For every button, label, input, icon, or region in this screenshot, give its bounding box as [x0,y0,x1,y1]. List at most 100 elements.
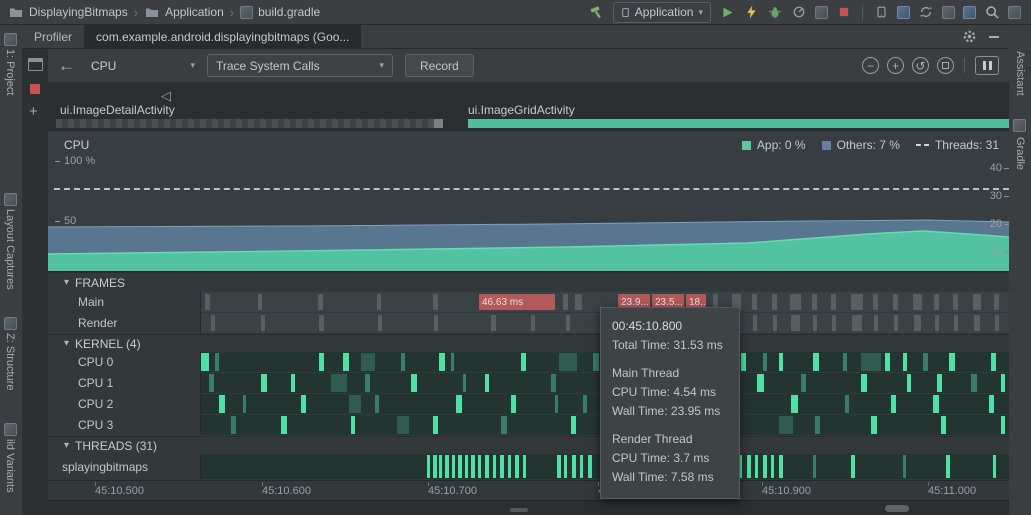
thread-activity-bar[interactable] [779,455,783,478]
activity-label-grid[interactable]: ui.ImageGridActivity [468,103,575,117]
frame-block[interactable] [433,294,438,310]
cpu-activity-bar[interactable] [511,395,516,413]
activity-bar-grid[interactable] [468,119,1009,128]
thread-activity-bar[interactable] [439,455,442,478]
thread-row[interactable]: splayingbitmaps [48,454,1009,480]
cpu-activity-bar[interactable] [933,395,939,413]
layout-captures-icon[interactable] [4,193,17,206]
sidebar-item-structure[interactable]: Z: Structure [4,333,16,390]
thread-activity-bar[interactable] [588,455,592,478]
pause-live-button[interactable] [975,56,999,75]
thread-activity-bar[interactable] [493,455,496,478]
cpu-activity-bar[interactable] [411,374,417,392]
sidebar-item-assistant[interactable]: Assistant [1014,51,1026,96]
cpu-activity-bar[interactable] [219,395,225,413]
frame-block[interactable] [377,294,381,310]
frame-block[interactable] [831,294,836,310]
cpu-activity-bar[interactable] [463,374,466,392]
frame-block[interactable] [874,315,878,331]
breadcrumb-project[interactable]: DisplayingBitmaps [29,5,128,19]
cpu-activity-bar[interactable] [871,416,877,434]
thread-activity-bar[interactable] [763,455,767,478]
sdk-manager-icon[interactable] [942,6,955,19]
breadcrumb-file[interactable]: build.gradle [258,5,320,19]
cpu-activity-bar[interactable] [763,353,767,371]
cpu-activity-bar[interactable] [231,416,236,434]
frame-block[interactable] [434,315,438,331]
resize-grip[interactable] [510,508,528,512]
cpu-activity-bar[interactable] [485,374,489,392]
frame-block[interactable] [832,315,836,331]
cpu-activity-bar[interactable] [903,353,907,371]
thread-activity-bar[interactable] [485,455,489,478]
cpu-activity-bar[interactable] [291,374,295,392]
cpu-activity-bar[interactable] [1001,416,1005,434]
cpu-activity-bar[interactable] [555,395,558,413]
activity-label-detail[interactable]: ui.ImageDetailActivity [60,103,175,117]
cpu-activity-bar[interactable] [319,353,324,371]
frame-block[interactable] [995,315,999,331]
frame-block[interactable] [752,294,757,310]
frame-block[interactable] [378,315,382,331]
cpu-activity-bar[interactable] [261,374,267,392]
gradle-icon[interactable] [1013,119,1026,132]
activity-bar-detail[interactable] [56,119,443,128]
cpu-activity-bar[interactable] [281,416,287,434]
gear-icon[interactable] [961,29,977,45]
cpu-activity-bar[interactable] [551,374,556,392]
threads-section-header[interactable]: ▾ THREADS (31) [48,436,1009,454]
kernel-section-header[interactable]: ▾ KERNEL (4) [48,334,1009,352]
thread-activity-bar[interactable] [903,455,906,478]
sidebar-item-build-variants[interactable]: ild Variants [4,439,16,493]
cpu-activity-bar[interactable] [349,395,361,413]
frame-block[interactable] [954,315,958,331]
avd-manager-icon[interactable] [873,4,889,20]
frames-main-row[interactable]: Main 46.63 ms23.9...23.5...18.... [48,292,1009,313]
thread-activity-bar[interactable] [993,455,996,478]
layout-inspector-icon[interactable] [897,6,910,19]
frame-block[interactable] [258,294,262,310]
cpu-activity-bar[interactable] [456,395,462,413]
frame-block[interactable] [531,315,535,331]
cpu-activity-bar[interactable] [451,353,454,371]
thread-activity-bar[interactable] [813,455,816,478]
sidebar-item-project[interactable]: 1: Project [4,49,16,95]
cpu-activity-bar[interactable] [301,395,306,413]
thread-activity-bar[interactable] [557,455,561,478]
frame-block[interactable] [791,315,800,331]
frame-block[interactable] [894,315,898,331]
zoom-in-button[interactable]: + [887,57,904,74]
sidebar-item-gradle[interactable]: Gradle [1014,137,1026,170]
cpu-activity-bar[interactable] [815,416,820,434]
profile-button[interactable] [791,4,807,20]
cpu-activity-bar[interactable] [971,374,977,392]
debug-button[interactable] [767,4,783,20]
cpu-activity-bar[interactable] [989,395,994,413]
cpu-activity-bar[interactable] [201,353,209,371]
horizontal-scrollbar[interactable] [885,505,909,512]
frame-block[interactable] [852,315,862,331]
cpu-activity-bar[interactable] [375,395,379,413]
thread-activity-bar[interactable] [523,455,526,478]
cpu-activity-bar[interactable] [351,416,355,434]
thread-activity-bar[interactable] [747,455,751,478]
frame-block[interactable] [773,315,777,331]
cpu-activity-bar[interactable] [521,353,526,371]
apply-changes-icon[interactable] [743,4,759,20]
thread-activity-bar[interactable] [458,455,462,478]
cpu-activity-bar[interactable] [949,353,955,371]
frame-block[interactable] [211,315,215,331]
cpu-activity-bar[interactable] [885,353,890,371]
minimize-icon[interactable] [989,36,999,38]
frame-block[interactable] [893,294,898,310]
frames-section-header[interactable]: ▾ FRAMES [48,272,1009,292]
frames-render-row[interactable]: Render [48,313,1009,334]
project-icon[interactable] [4,33,17,46]
cpu-activity-bar[interactable] [779,353,783,371]
frame-block[interactable] [563,294,568,310]
thread-activity-bar[interactable] [515,455,519,478]
frame-block[interactable] [973,294,981,310]
frame-block[interactable] [205,294,210,310]
cpu-activity-bar[interactable] [741,353,746,371]
thread-activity-bar[interactable] [433,455,437,478]
